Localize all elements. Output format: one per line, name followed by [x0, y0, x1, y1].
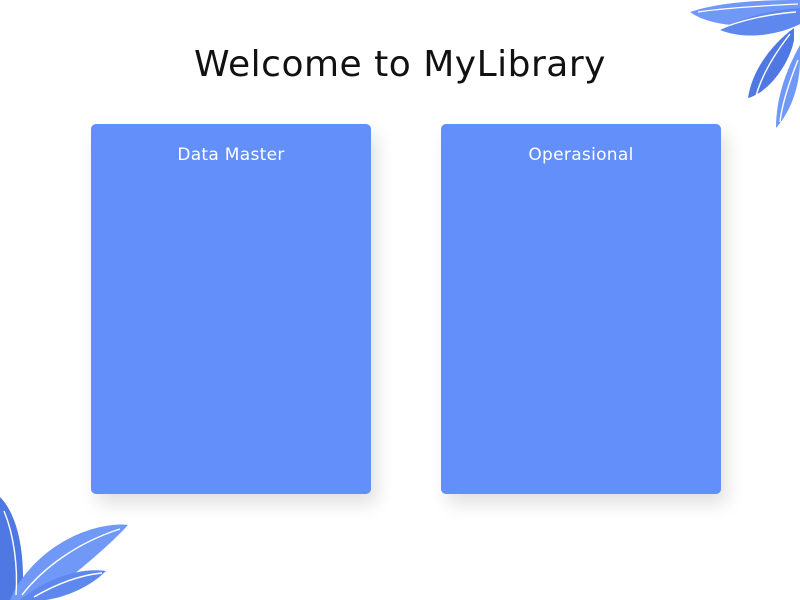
- data-master-card-label: Data Master: [177, 145, 285, 165]
- leaf-decoration-bottom-left-icon: [0, 497, 128, 600]
- data-master-card[interactable]: Data Master: [91, 124, 371, 494]
- operasional-card[interactable]: Operasional: [441, 124, 721, 494]
- operasional-card-label: Operasional: [528, 145, 634, 165]
- welcome-page: Welcome to MyLibrary Data Master Operasi…: [0, 0, 800, 600]
- page-title: Welcome to MyLibrary: [194, 44, 606, 85]
